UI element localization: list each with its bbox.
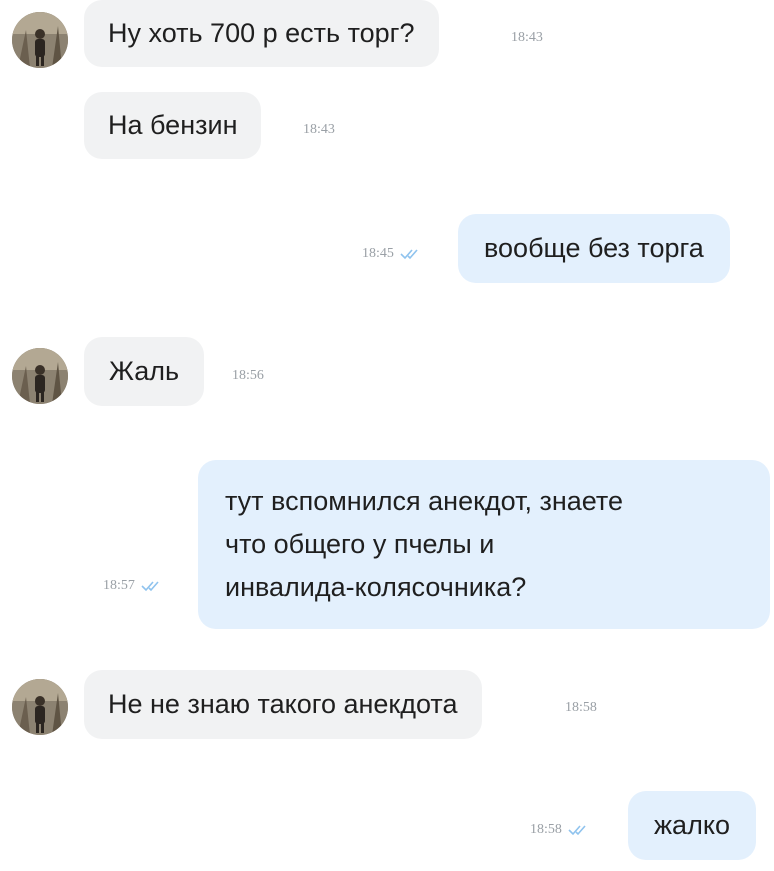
message-text: Не не знаю такого анекдота (108, 689, 458, 719)
message-text-line: что общего у пчелы и (225, 529, 495, 559)
message-text-line: тут вспомнился анекдот, знаете (225, 486, 623, 516)
double-check-icon (141, 581, 159, 592)
avatar-photo-icon (12, 12, 68, 68)
sender-avatar[interactable] (12, 679, 68, 735)
message-meta: 18:56 (232, 368, 264, 384)
message-time: 18:43 (511, 30, 543, 45)
message-meta: 18:43 (511, 30, 543, 46)
message-text: жалко (654, 810, 730, 840)
outgoing-message[interactable]: жалко (628, 791, 756, 860)
outgoing-message[interactable]: тут вспомнился анекдот, знаете что общег… (198, 460, 770, 629)
chat-thread: Ну хоть 700 р есть торг? 18:43 На бензин… (0, 0, 774, 871)
double-check-icon (568, 825, 586, 836)
message-time: 18:43 (303, 122, 335, 137)
message-meta: 18:43 (303, 122, 335, 138)
message-time: 18:56 (232, 368, 264, 383)
message-time: 18:45 (362, 246, 394, 261)
message-text-line: инвалида-колясочника? (225, 572, 527, 602)
message-text: На бензин (108, 110, 238, 140)
message-time: 18:57 (103, 578, 135, 593)
message-meta: 18:45 (362, 246, 422, 262)
message-text: вообще без торга (484, 233, 704, 263)
sender-avatar[interactable] (12, 348, 68, 404)
message-text: Жаль (109, 356, 180, 386)
incoming-message[interactable]: Не не знаю такого анекдота (84, 670, 482, 739)
message-meta: 18:58 (530, 822, 590, 838)
message-time: 18:58 (530, 822, 562, 837)
double-check-icon (400, 249, 418, 260)
message-meta: 18:58 (565, 700, 597, 716)
avatar-photo-icon (12, 679, 68, 735)
sender-avatar[interactable] (12, 12, 68, 68)
message-time: 18:58 (565, 700, 597, 715)
avatar-photo-icon (12, 348, 68, 404)
message-text: Ну хоть 700 р есть торг? (108, 18, 415, 48)
incoming-message[interactable]: На бензин (84, 92, 262, 159)
incoming-message[interactable]: Ну хоть 700 р есть торг? (84, 0, 439, 67)
incoming-message[interactable]: Жаль (84, 337, 205, 406)
outgoing-message[interactable]: вообще без торга (458, 214, 730, 283)
message-meta: 18:57 (103, 578, 163, 594)
